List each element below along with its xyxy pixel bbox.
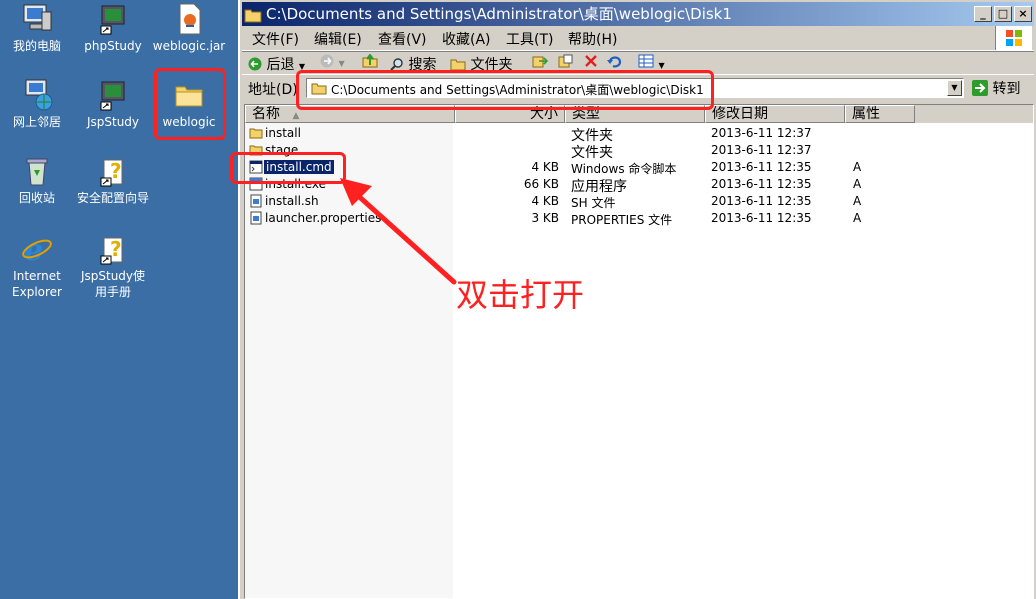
undo-icon xyxy=(607,56,622,68)
chevron-down-icon: ▼ xyxy=(658,61,665,70)
views-icon xyxy=(638,54,654,68)
folder-icon xyxy=(244,6,262,23)
file-date: 2013-6-11 12:37 xyxy=(711,126,812,140)
folder-icon xyxy=(249,126,263,140)
minimize-button[interactable]: _ xyxy=(974,6,992,22)
file-type: SH 文件 xyxy=(571,196,616,210)
desktop-icon-phpstudy[interactable]: phpStudy xyxy=(76,2,150,54)
svg-text:?: ? xyxy=(110,159,122,183)
file-attr: A xyxy=(853,211,862,225)
address-label: 地址(D) xyxy=(248,82,298,98)
file-name: install.sh xyxy=(265,194,319,208)
help-shortcut-icon: ? xyxy=(96,232,130,266)
forward-button[interactable]: ▼ xyxy=(320,54,345,70)
column-header-attributes[interactable]: 属性 xyxy=(845,105,915,123)
menu-tools[interactable]: 工具(T) xyxy=(506,29,553,49)
file-attr: A xyxy=(853,160,862,174)
network-icon xyxy=(20,78,54,112)
desktop-icon-internet-explorer[interactable]: e Internet Explorer xyxy=(0,232,74,300)
back-arrow-icon xyxy=(248,57,262,71)
title-bar[interactable]: C:\Documents and Settings\Administrator\… xyxy=(242,2,1034,26)
copy-to-icon xyxy=(558,54,573,68)
window-title: C:\Documents and Settings\Administrator\… xyxy=(266,5,732,23)
my-computer-icon xyxy=(20,2,54,36)
file-size: 66 KB xyxy=(523,177,559,191)
chevron-down-icon: ▼ xyxy=(338,59,345,68)
text-file-icon xyxy=(249,194,263,208)
highlight-box-weblogic-folder xyxy=(154,68,226,140)
highlight-box-install-cmd xyxy=(230,152,346,184)
ie-icon: e xyxy=(20,232,54,268)
file-attr: A xyxy=(853,194,862,208)
menu-help[interactable]: 帮助(H) xyxy=(568,29,617,49)
help-shortcut-icon: ? xyxy=(96,154,130,188)
desktop-icon-weblogic-jar[interactable]: weblogic.jar xyxy=(152,2,226,54)
file-date: 2013-6-11 12:37 xyxy=(711,143,812,157)
column-header-date[interactable]: 修改日期 xyxy=(705,105,845,123)
up-folder-icon xyxy=(362,53,378,68)
back-button[interactable]: 后退 ▼ xyxy=(248,54,305,74)
file-size: 4 KB xyxy=(531,194,559,208)
shortcut-icon xyxy=(96,78,130,112)
desktop-icon-jspstudy[interactable]: JspStudy xyxy=(76,78,150,130)
file-name: install xyxy=(265,126,301,140)
sort-ascending-icon: ▲ xyxy=(292,111,300,121)
menu-file[interactable]: 文件(F) xyxy=(252,29,299,49)
desktop-icon-network[interactable]: 网上邻居 xyxy=(0,78,74,130)
file-row-install-folder[interactable]: install 文件夹 2013-6-11 12:37 xyxy=(245,125,945,144)
desktop-icon-jspstudy-manual[interactable]: ? JspStudy使用手册 xyxy=(76,232,150,300)
file-date: 2013-6-11 12:35 xyxy=(711,160,812,174)
file-size: 4 KB xyxy=(531,160,559,174)
address-dropdown-button[interactable]: ▼ xyxy=(947,80,962,96)
maximize-button[interactable]: □ xyxy=(994,6,1012,22)
menu-bar: 文件(F) 编辑(E) 查看(V) 收藏(A) 工具(T) 帮助(H) xyxy=(242,26,1034,51)
forward-arrow-icon xyxy=(320,54,334,68)
delete-x-icon xyxy=(585,55,597,67)
go-button[interactable]: 转到 xyxy=(972,78,1020,98)
highlight-box-address xyxy=(296,70,714,110)
menu-favorites[interactable]: 收藏(A) xyxy=(442,29,491,49)
recycle-bin-icon xyxy=(20,154,54,188)
jar-file-icon xyxy=(172,2,206,36)
file-row-stage-folder[interactable]: stage 文件夹 2013-6-11 12:37 xyxy=(245,142,945,161)
text-file-icon xyxy=(249,211,263,225)
file-size: 3 KB xyxy=(531,211,559,225)
file-type: Windows 命令脚本 xyxy=(571,162,677,176)
file-type: PROPERTIES 文件 xyxy=(571,213,673,227)
menu-edit[interactable]: 编辑(E) xyxy=(314,29,362,49)
file-date: 2013-6-11 12:35 xyxy=(711,211,812,225)
go-arrow-icon xyxy=(972,80,988,96)
move-to-icon xyxy=(532,56,549,68)
windows-logo-icon xyxy=(995,26,1032,50)
desktop-icon-my-computer[interactable]: 我的电脑 xyxy=(0,2,74,54)
search-icon xyxy=(390,58,403,71)
file-attr: A xyxy=(853,177,862,191)
close-button[interactable]: × xyxy=(1014,6,1032,22)
file-date: 2013-6-11 12:35 xyxy=(711,177,812,191)
file-date: 2013-6-11 12:35 xyxy=(711,194,812,208)
shortcut-icon xyxy=(96,2,130,36)
desktop-icon-recycle-bin[interactable]: 回收站 xyxy=(0,154,74,206)
menu-view[interactable]: 查看(V) xyxy=(378,29,427,49)
annotation-arrow-icon xyxy=(340,178,457,285)
annotation-text: 双击打开 xyxy=(456,276,585,314)
desktop-icon-security-wizard[interactable]: ? 安全配置向导 xyxy=(76,154,150,206)
folder-icon xyxy=(450,59,466,71)
svg-text:?: ? xyxy=(110,237,122,261)
